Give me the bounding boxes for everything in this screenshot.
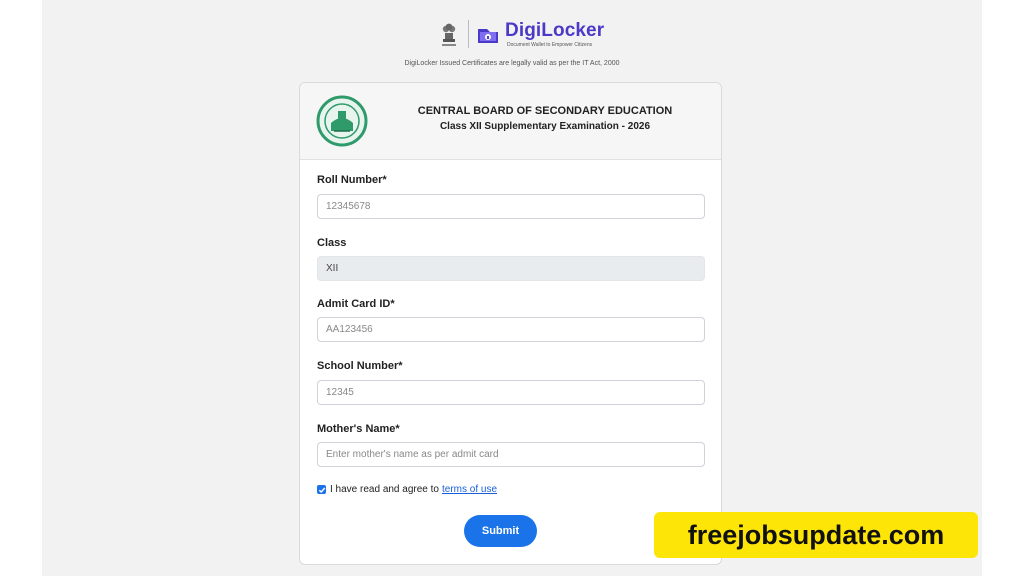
brand-separator	[468, 20, 469, 48]
terms-agreement-row: I have read and agree to terms of use	[317, 484, 497, 495]
national-emblem-icon	[438, 18, 460, 50]
school-number-input[interactable]	[317, 380, 705, 405]
card-header: CENTRAL BOARD OF SECONDARY EDUCATION Cla…	[300, 83, 721, 160]
digilocker-logo-icon	[475, 21, 501, 47]
board-title: CENTRAL BOARD OF SECONDARY EDUCATION	[417, 105, 673, 117]
result-form-card: CENTRAL BOARD OF SECONDARY EDUCATION Cla…	[299, 82, 722, 565]
admit-card-id-label: Admit Card ID*	[317, 298, 395, 310]
agree-checkbox[interactable]	[317, 485, 326, 494]
mothers-name-label: Mother's Name*	[317, 423, 400, 435]
admit-card-id-input[interactable]	[317, 317, 705, 342]
mothers-name-input[interactable]	[317, 442, 705, 467]
class-label: Class	[317, 237, 347, 249]
checkmark-icon	[318, 487, 325, 493]
exam-title: Class XII Supplementary Examination - 20…	[439, 121, 651, 132]
terms-of-use-link[interactable]: terms of use	[442, 484, 497, 495]
school-number-label: School Number*	[317, 360, 403, 372]
brand-name: DigiLocker	[505, 19, 605, 41]
roll-number-input[interactable]	[317, 194, 705, 219]
agree-text: I have read and agree to	[330, 484, 439, 495]
legal-validity-note: DigiLocker Issued Certificates are legal…	[404, 60, 620, 67]
submit-button[interactable]: Submit	[464, 515, 537, 547]
digilocker-brand: DigiLocker Document Wallet to Empower Ci…	[438, 16, 604, 52]
watermark-banner: freejobsupdate.com	[654, 512, 978, 558]
brand-tagline: Document Wallet to Empower Citizens	[507, 41, 593, 48]
cbse-logo-icon	[316, 93, 368, 149]
class-input	[317, 256, 705, 281]
roll-number-label: Roll Number*	[317, 174, 387, 186]
